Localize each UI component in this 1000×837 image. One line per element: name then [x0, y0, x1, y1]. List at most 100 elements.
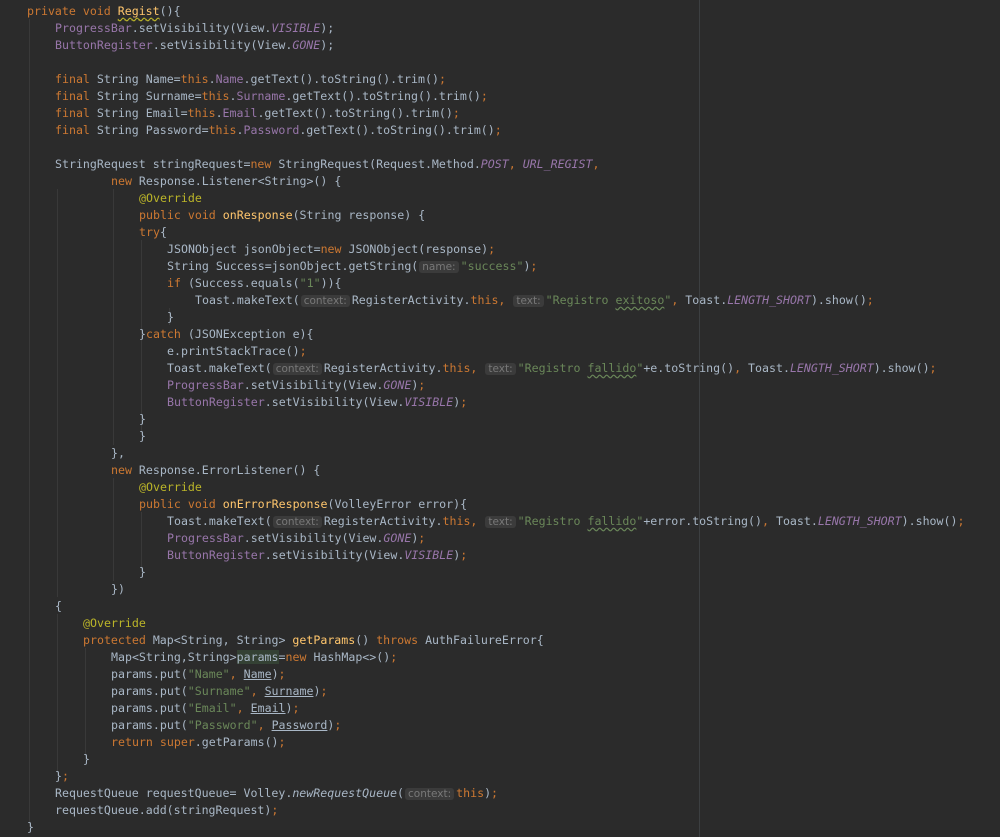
indent-guide [29, 19, 30, 827]
code-line[interactable]: Toast.makeText(context: RegisterActivity.… [195, 292, 874, 309]
code-line[interactable]: JSONObject jsonObject=new JSONObject(res… [167, 241, 495, 258]
code-line[interactable]: new Response.Listener<String>() { [111, 173, 341, 190]
code-line[interactable]: e.printStackTrace(); [167, 343, 307, 360]
code-token: params.put( [111, 701, 188, 715]
code-token: +error.toString() [643, 514, 762, 528]
code-token: new [111, 463, 139, 477]
code-line[interactable]: ProgressBar.setVisibility(View.GONE); [167, 530, 425, 547]
code-token: , [470, 361, 485, 375]
code-token: (String response) { [292, 208, 426, 222]
code-token: "Password" [187, 718, 258, 732]
code-token: String Password= [96, 123, 209, 137]
code-line[interactable]: }) [111, 581, 125, 598]
code-token: Email [222, 106, 258, 120]
code-line[interactable]: }catch (JSONException e){ [139, 326, 314, 343]
code-token: .setVisibility(View. [264, 548, 405, 562]
code-line[interactable]: Toast.makeText(context: RegisterActivity.… [167, 360, 937, 377]
code-token: } [139, 565, 146, 579]
code-line[interactable]: public void onErrorResponse(VolleyError … [139, 496, 467, 513]
code-line[interactable]: } [83, 751, 90, 768]
code-line[interactable]: final String Surname=this.Surname.getTex… [55, 88, 488, 105]
indent-guide [113, 189, 114, 445]
code-token: ; [460, 548, 468, 562]
code-line[interactable]: String Success=jsonObject.getString(name… [167, 258, 537, 275]
code-line[interactable]: ButtonRegister.setVisibility(View.GONE); [55, 37, 334, 54]
parameter-hint: name: [419, 261, 459, 273]
code-line[interactable]: }, [111, 445, 125, 462]
code-editor[interactable]: private void Regist(){ ProgressBar.setVi… [0, 0, 1000, 837]
code-line[interactable]: } [139, 428, 146, 445]
code-line[interactable]: } [27, 819, 34, 836]
code-token: ; [929, 361, 937, 375]
code-line[interactable]: final String Password=this.Password.getT… [55, 122, 502, 139]
code-token: .getText().toString().trim() [257, 106, 453, 120]
code-line[interactable]: requestQueue.add(stringRequest); [55, 802, 278, 819]
code-token: @Override [139, 480, 202, 494]
code-token: try [139, 225, 160, 239]
code-line[interactable]: final String Email=this.Email.getText().… [55, 105, 460, 122]
code-token: . [208, 72, 216, 86]
code-line[interactable]: params.put("Name", Name); [111, 666, 286, 683]
code-token: RegisterActivity. [323, 514, 443, 528]
code-token: +e.toString() [643, 361, 735, 375]
code-token: GONE [292, 38, 321, 52]
code-token: new [320, 242, 349, 256]
code-line[interactable]: @Override [83, 615, 146, 632]
code-line[interactable]: }; [55, 768, 69, 785]
parameter-hint: context: [300, 295, 350, 307]
code-token: RegisterActivity. [323, 361, 443, 375]
code-line[interactable]: { [55, 598, 62, 615]
code-line[interactable]: } [167, 309, 174, 326]
code-line[interactable]: params.put("Surname", Surname); [111, 683, 327, 700]
code-line[interactable]: } [139, 411, 146, 428]
code-line[interactable]: Toast.makeText(context: RegisterActivity.… [167, 513, 964, 530]
code-token: JSONObject jsonObject= [167, 242, 321, 256]
code-token: ; [491, 786, 499, 800]
code-line[interactable]: RequestQueue requestQueue= Volley.newReq… [55, 785, 498, 802]
code-token: String Email= [96, 106, 188, 120]
code-token: new [111, 174, 139, 188]
code-token: POST [480, 157, 509, 171]
code-token: (Success.equals( [187, 276, 300, 290]
code-token: fallido [587, 361, 637, 375]
code-line[interactable]: try{ [139, 224, 167, 241]
code-line[interactable]: ProgressBar.setVisibility(View.VISIBLE); [55, 20, 334, 37]
code-line[interactable]: return super.getParams(); [111, 734, 286, 751]
code-token: GONE [383, 531, 412, 545]
code-line[interactable]: private void Regist(){ [27, 3, 181, 20]
code-line[interactable]: StringRequest stringRequest=new StringRe… [55, 156, 599, 173]
code-token: ); [320, 38, 335, 52]
code-token: .setVisibility(View. [264, 395, 405, 409]
code-token: Password [243, 123, 300, 137]
code-line[interactable]: final String Name=this.Name.getText().to… [55, 71, 446, 88]
code-line[interactable]: public void onResponse(String response) … [139, 207, 425, 224]
code-token: ).show() [901, 514, 958, 528]
code-line[interactable]: params.put("Email", Email); [111, 700, 300, 717]
code-token: HashMap<>() [313, 650, 391, 664]
parameter-hint: context: [272, 363, 322, 375]
code-token: } [55, 769, 62, 783]
code-token: .getText().toString().trim() [243, 72, 439, 86]
code-token: String Name= [96, 72, 181, 86]
code-line[interactable]: ButtonRegister.setVisibility(View.VISIBL… [167, 394, 467, 411]
code-line[interactable]: } [139, 564, 146, 581]
code-token: Name [243, 667, 272, 681]
code-line[interactable]: Map<String,String>params=new HashMap<>()… [111, 649, 397, 666]
code-line[interactable]: ButtonRegister.setVisibility(View.VISIBL… [167, 547, 467, 564]
code-token: ; [452, 106, 460, 120]
code-line[interactable]: params.put("Password", Password); [111, 717, 341, 734]
code-token: Surname [236, 89, 286, 103]
code-line[interactable]: if (Success.equals("1")){ [167, 275, 342, 292]
parameter-hint: context: [405, 788, 455, 800]
code-token: this [456, 786, 485, 800]
code-line[interactable]: @Override [139, 479, 202, 496]
code-token: ) [285, 701, 293, 715]
code-line[interactable]: ProgressBar.setVisibility(View.GONE); [167, 377, 425, 394]
code-line[interactable]: @Override [139, 190, 202, 207]
code-line[interactable]: protected Map<String, String> getParams(… [83, 632, 544, 649]
code-token: @Override [139, 191, 202, 205]
code-line[interactable]: new Response.ErrorListener() { [111, 462, 320, 479]
code-token: params.put( [111, 667, 188, 681]
code-token: protected [83, 633, 153, 647]
code-token: = [278, 650, 286, 664]
